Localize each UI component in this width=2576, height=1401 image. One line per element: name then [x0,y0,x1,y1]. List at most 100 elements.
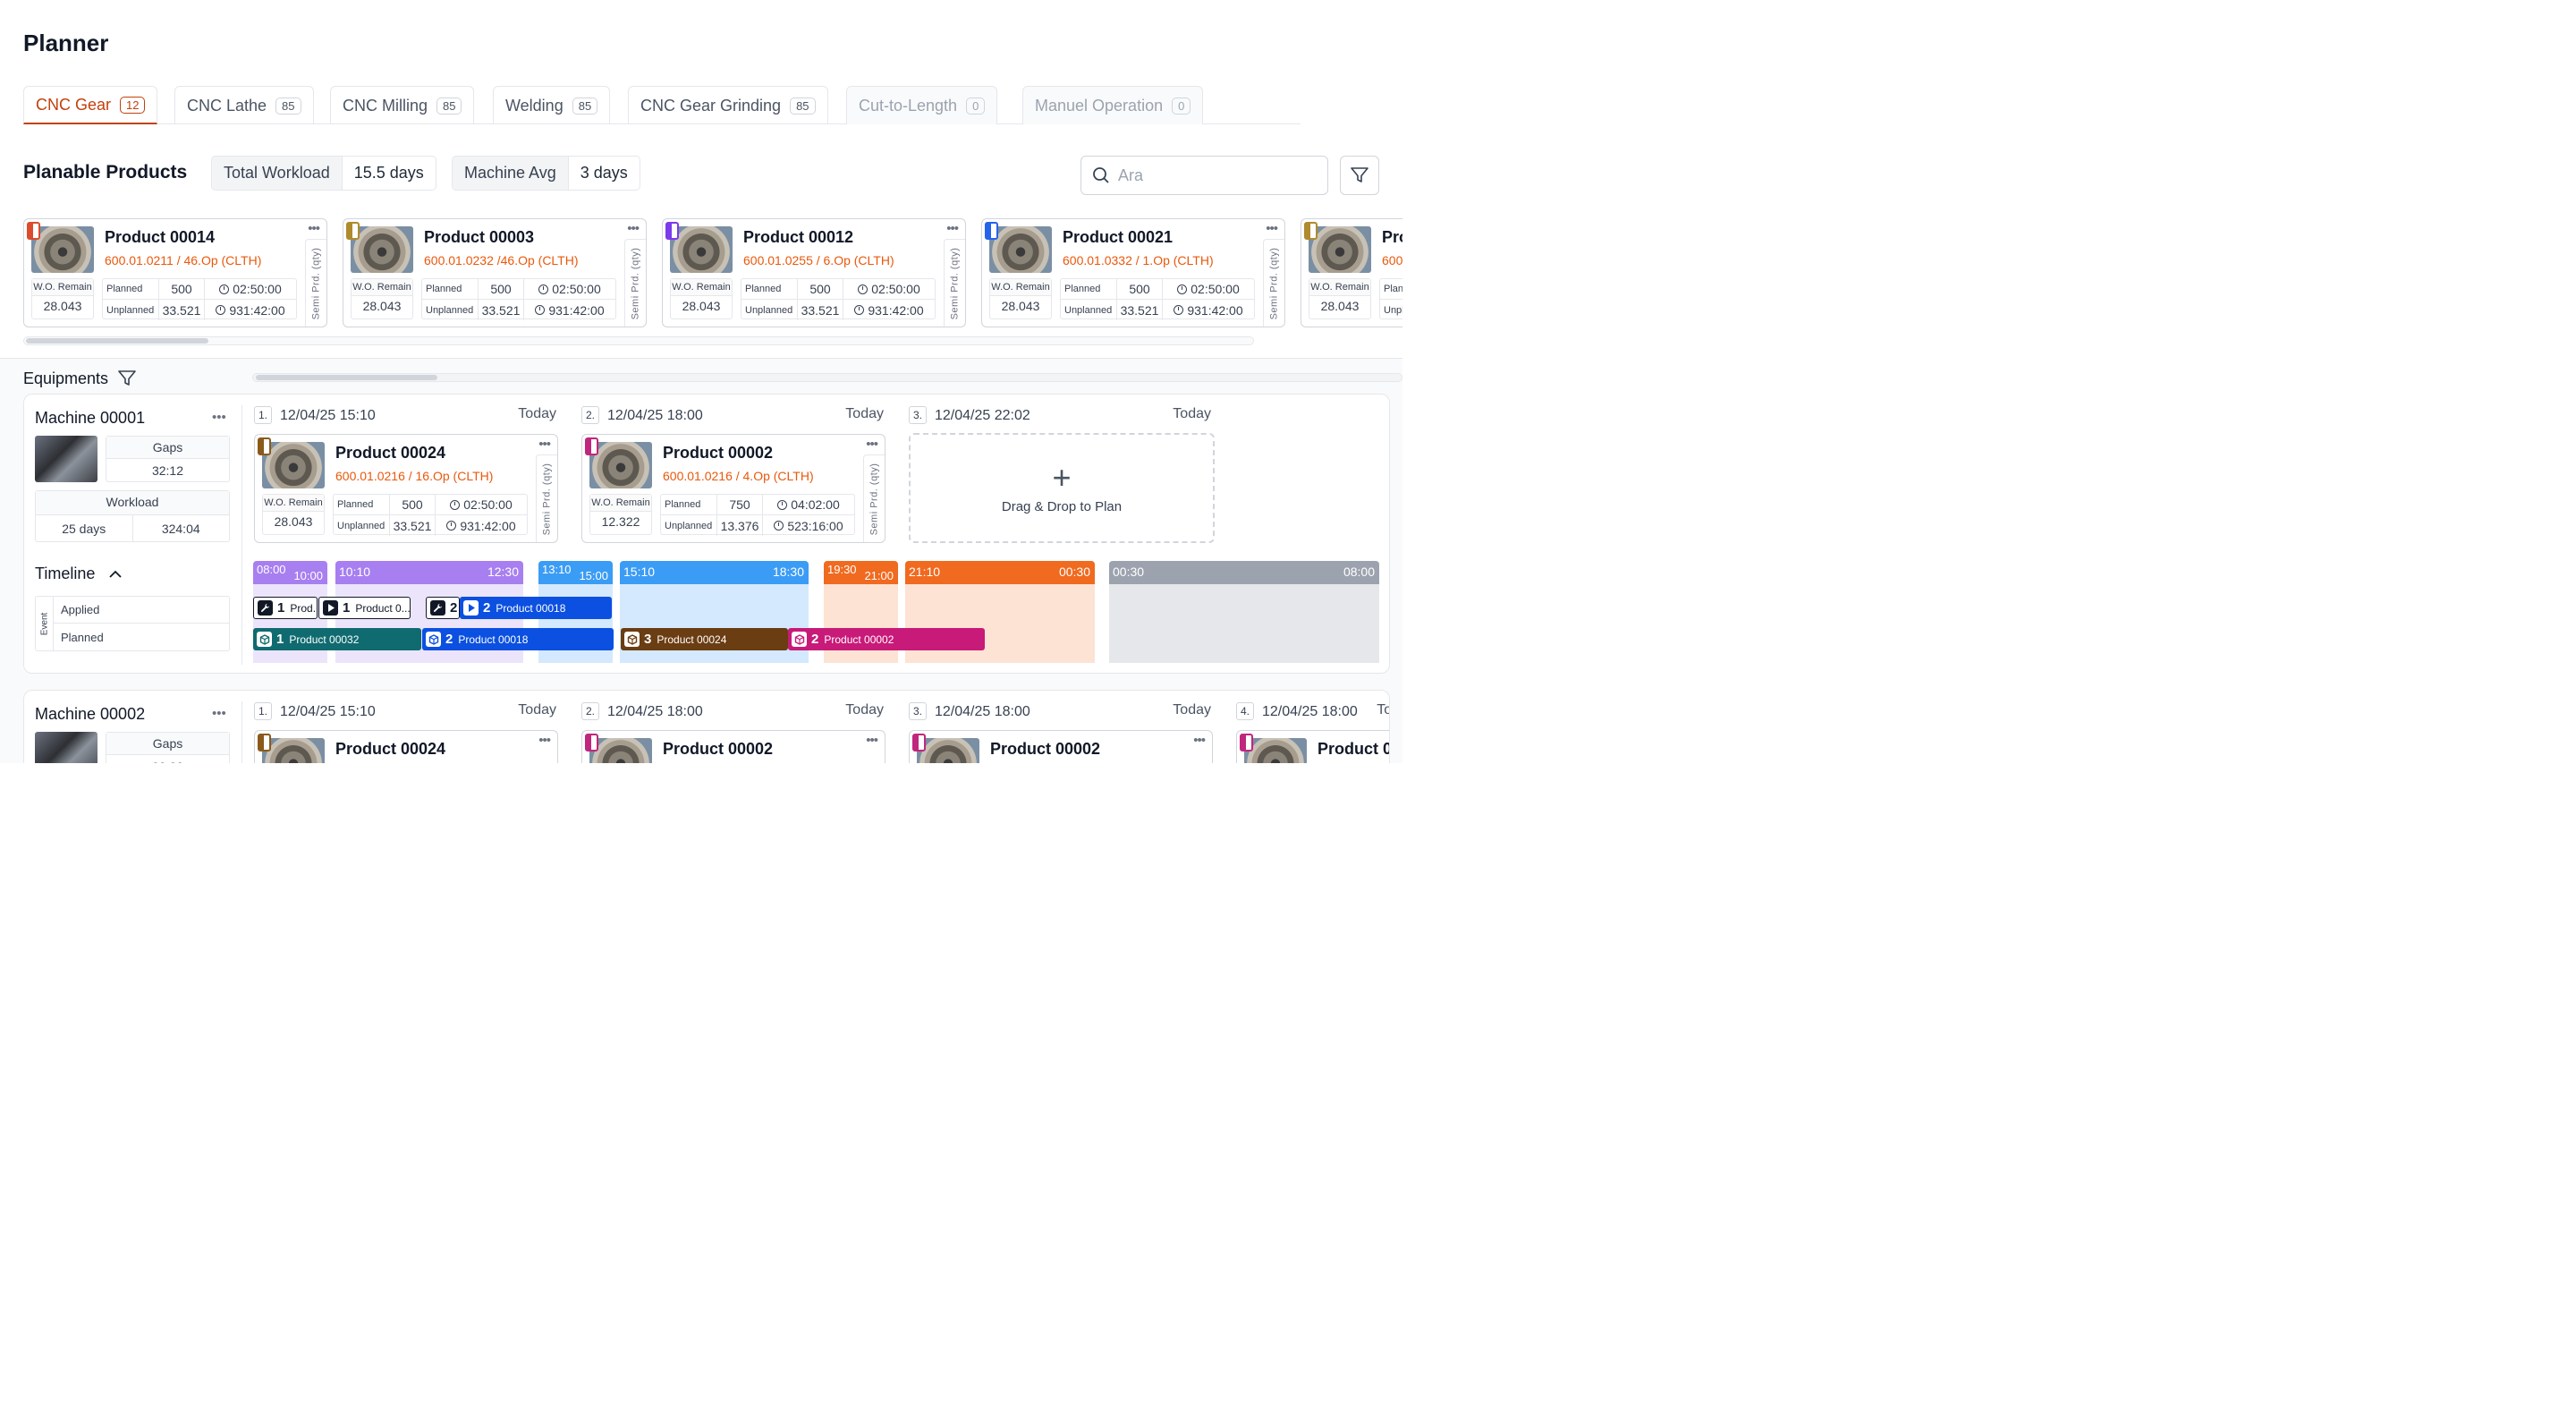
drop-zone[interactable]: + Drag & Drop to Plan [909,433,1215,543]
planned-event[interactable]: 1 Product 00032 [253,628,421,650]
more-options-icon[interactable]: ••• [627,221,640,236]
more-options-icon[interactable]: ••• [1266,221,1278,236]
timeline-header[interactable]: Timeline [35,565,122,583]
priority-flag-icon [1304,222,1318,240]
workload-time: 324:04 [161,522,200,536]
box-icon [257,632,272,647]
product-card[interactable]: Product 00003 ••• 600.01.0232 /46.Op (CLTH… [343,218,647,327]
semi-product-tab[interactable]: Semi Prd. (qty) [305,239,326,327]
row-label: Unplanned [426,304,474,316]
filter-button[interactable] [1340,156,1379,195]
product-card[interactable]: Product 00021 ••• 600.01.0332 / 1.Op (CLTH… [981,218,1285,327]
row-qty: 500 [389,495,436,514]
more-options-icon[interactable]: ••• [538,733,551,748]
tab-cnc-gear[interactable]: CNC Gear 12 [23,86,158,124]
row-qty: 33.521 [478,300,524,320]
wo-remain-label: W.O. Remain [590,495,651,512]
product-card[interactable]: Product 00002••• [1236,730,1389,763]
semi-product-tab[interactable]: Semi Prd. (qty) [944,239,965,327]
semi-product-tab[interactable]: Semi Prd. (qty) [536,454,557,542]
plan-grid: Planned 500 02:50:00 Unplanned33.521 931:42:… [102,278,297,320]
shift-end: 00:30 [1058,565,1090,579]
page-title: Planner [23,30,109,56]
more-options-icon[interactable]: ••• [866,733,878,748]
timeline-shift[interactable]: 00:30 08:00 [1109,561,1379,663]
event-label: Product 00018 [458,633,529,646]
search-placeholder: Ara [1118,166,1144,184]
applied-event[interactable]: 1 Product 0... [318,597,411,619]
applied-event[interactable]: 1 Prod... [253,597,318,619]
cards-scrollbar[interactable] [23,336,1254,345]
row-qty: 500 [797,279,843,299]
slot-header: 1. 12/04/25 15:10 Today [254,406,556,424]
semi-product-tab[interactable]: Semi Prd. (qty) [863,454,885,542]
slot-header: 2. 12/04/25 18:00 Today [581,406,884,424]
more-options-icon[interactable]: ••• [866,437,878,452]
filter-icon[interactable] [117,369,137,388]
priority-flag-icon [27,222,40,240]
equipments-scrollbar[interactable] [252,373,1402,382]
time-value: 04:02:00 [791,497,840,512]
slot-today: Today [845,406,884,421]
event-label: Event [39,612,50,635]
tab-count: 85 [436,97,462,115]
row-label: Planned [1064,284,1101,294]
product-card[interactable]: Product 00014 ••• 600.01.0211 / 46.Op (CLT… [23,218,327,327]
tab-label: Manuel Operation [1035,96,1164,115]
product-image [989,226,1052,273]
slot-date: 12/04/25 15:10 [280,704,376,719]
semi-product-tab[interactable]: Semi Prd. (qty) [1263,239,1284,327]
scrollbar-thumb[interactable] [26,338,208,344]
stat-value: 3 days [580,164,628,182]
product-card[interactable]: Product 00002••• [581,730,886,763]
more-options-icon[interactable]: ••• [308,221,320,236]
machine-panel: Machine 00001 ••• Gaps 32:12 Workload 25 … [23,394,1390,674]
wo-remain-label: W.O. Remain [671,279,732,296]
tab-label: Cut-to-Length [859,96,958,115]
machine-panel: Machine 00002 ••• Gaps00:00 1. 12/04/25 1… [23,690,1390,763]
tab-cut-to-length[interactable]: Cut-to-Length 0 [846,86,998,124]
scrollbar-thumb[interactable] [256,375,437,380]
row-label: Planned [665,499,701,510]
planned-event[interactable]: 2 Product 00002 [788,628,985,650]
more-options-icon[interactable]: ••• [212,706,226,721]
search-input[interactable]: Ara [1080,156,1328,195]
product-card[interactable]: Product 00024 ••• [254,730,558,763]
product-card[interactable]: Product 00009•••600.01.0211 / 1.Op (CLTH… [1301,218,1402,327]
wo-remain-label: W.O. Remain [1309,279,1370,296]
product-card[interactable]: Product 00012 ••• 600.01.0255 / 6.Op (CLTH… [662,218,966,327]
tab-cnc-milling[interactable]: CNC Milling 85 [330,86,475,124]
wo-remain-box: W.O. Remain 28.043 [670,278,733,319]
product-card[interactable]: Product 00002••• [909,730,1213,763]
product-card[interactable]: Product 00002 ••• 600.01.0216 / 4.Op (CLTH… [581,434,886,543]
product-card[interactable]: Product 00024 ••• 600.01.0216 / 16.Op (CLT… [254,434,558,543]
plan-grid: Planned 500 02:50:00 Unplanned33.521 931:42:… [1060,278,1255,320]
tab-cnc-lathe[interactable]: CNC Lathe 85 [174,86,314,124]
more-options-icon[interactable]: ••• [212,410,226,425]
planned-event[interactable]: 3 Product 00024 [621,628,788,650]
semi-product-label: Semi Prd. (qty) [949,247,961,319]
tab-welding[interactable]: Welding 85 [493,86,611,124]
slot-header: 1. 12/04/25 15:10 Today [254,702,556,720]
slot-number: 1. [254,702,272,720]
shift-header: 13:10 15:00 [538,561,613,584]
planable-products-title: Planable Products [23,162,188,183]
semi-product-tab[interactable]: Semi Prd. (qty) [624,239,646,327]
row-qty: 33.521 [797,300,843,320]
row-time: 02:50:00 [524,282,615,296]
applied-event[interactable]: 2 Product 00018 [460,597,612,619]
tab-cnc-gear-grinding[interactable]: CNC Gear Grinding 85 [628,86,828,124]
event-label: Prod... [290,601,317,615]
slot-date: 12/04/25 15:10 [280,408,376,423]
planned-event[interactable]: 2 Product 00018 [422,628,614,650]
slot-date: 12/04/25 18:00 [1262,704,1358,719]
clock-icon [538,284,549,294]
more-options-icon[interactable]: ••• [538,437,551,452]
applied-event[interactable]: 2 [426,597,460,619]
more-options-icon[interactable]: ••• [1193,733,1206,748]
shift-start: 19:30 [827,563,857,576]
more-options-icon[interactable]: ••• [946,221,959,236]
time-value: 02:50:00 [233,282,282,296]
tab-manuel-operation[interactable]: Manuel Operation 0 [1022,86,1204,124]
chevron-up-icon[interactable] [109,570,122,579]
